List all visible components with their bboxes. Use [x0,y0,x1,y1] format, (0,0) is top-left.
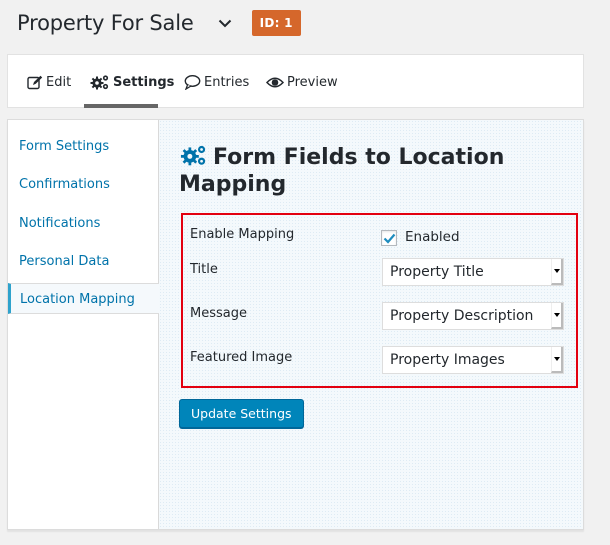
dropdown-arrow-icon [551,347,563,373]
gears-icon [90,74,110,90]
dropdown-arrow-icon [551,259,563,285]
edit-icon [27,75,43,90]
section-heading: Form Fields to Location Mapping [179,144,539,197]
form-id-badge: ID: 1 [251,10,301,36]
title-label: Title [190,262,218,277]
enabled-label[interactable]: Enabled [405,229,460,245]
sidebar-item-personal-data[interactable]: Personal Data [8,246,159,277]
update-settings-button[interactable]: Update Settings [179,399,304,428]
enable-mapping-label: Enable Mapping [190,227,295,242]
enable-mapping-checkbox[interactable] [381,230,397,246]
settings-content: Form Fields to Location Mapping Enable M… [159,120,583,529]
sidebar-item-location-mapping[interactable]: Location Mapping [8,283,159,314]
message-select-value: Property Description [390,308,534,324]
tab-edit[interactable]: Edit [27,55,71,109]
section-heading-text: Form Fields to Location Mapping [179,145,505,197]
page-title: Property For Sale [17,11,194,35]
dropdown-arrow-icon [551,303,563,329]
featured-image-select[interactable]: Property Images [382,346,564,374]
sidebar-item-notifications[interactable]: Notifications [8,208,159,239]
gears-icon [179,144,209,172]
settings-panel: Form Settings Confirmations Notification… [7,119,584,530]
message-select[interactable]: Property Description [382,302,564,330]
settings-sidebar: Form Settings Confirmations Notification… [8,120,159,529]
form-switcher-chevron-icon[interactable] [214,12,236,34]
sidebar-item-confirmations[interactable]: Confirmations [8,169,159,200]
title-select[interactable]: Property Title [382,258,564,286]
mapping-settings-box: Enable Mapping Enabled Title Property Ti… [181,213,578,388]
tab-preview[interactable]: Preview [266,55,338,109]
eye-icon [266,76,284,89]
active-tab-indicator [84,104,158,108]
tab-settings[interactable]: Settings [90,55,174,109]
page-header: Property For Sale ID: 1 [17,8,301,38]
featured-image-select-value: Property Images [390,352,505,368]
tab-entries[interactable]: Entries [184,55,249,109]
comment-icon [184,74,201,90]
sidebar-item-form-settings[interactable]: Form Settings [8,131,159,162]
tab-edit-label: Edit [46,74,72,90]
title-select-value: Property Title [390,264,484,280]
form-toolbar: Edit Settings Entries Preview [7,54,584,108]
featured-image-label: Featured Image [190,350,293,365]
checkmark-icon [383,233,395,244]
tab-preview-label: Preview [287,74,338,90]
tab-entries-label: Entries [204,74,250,90]
tab-settings-label: Settings [113,74,175,90]
message-label: Message [190,306,247,321]
